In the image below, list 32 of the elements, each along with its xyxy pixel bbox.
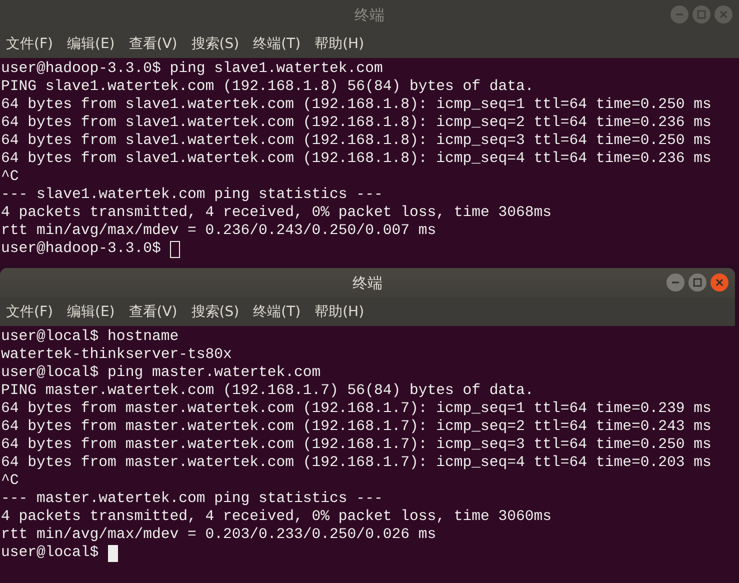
terminal-line: 64 bytes from slave1.watertek.com (192.168.1.8): icmp_seq=2 ttl=64 time=0.236 ms — [1, 114, 712, 132]
terminal-line: PING master.watertek.com (192.168.1.7) 56(84) bytes of data. — [1, 382, 534, 400]
terminal-line: user@local$ — [1, 544, 100, 562]
terminal-line: watertek-thinkserver-ts80x — [1, 346, 232, 364]
terminal-line: 4 packets transmitted, 4 received, 0% packet loss, time 3068ms — [1, 204, 552, 222]
terminal-line: user@hadoop-3.3.0$ — [1, 240, 162, 258]
terminal-line: 4 packets transmitted, 4 received, 0% packet loss, time 3060ms — [1, 508, 552, 526]
terminal-line: PING slave1.watertek.com (192.168.1.8) 56(84) bytes of data. — [1, 78, 534, 96]
terminal-line: 64 bytes from master.watertek.com (192.168.1.7): icmp_seq=1 ttl=64 time=0.239 ms — [1, 400, 712, 418]
terminal-line: --- master.watertek.com ping statistics --- — [1, 490, 383, 508]
window-title: 终端 — [352, 274, 382, 292]
terminal-line: 64 bytes from slave1.watertek.com (192.168.1.8): icmp_seq=4 ttl=64 time=0.236 ms — [1, 150, 712, 168]
terminal-line: rtt min/avg/max/mdev = 0.236/0.243/0.250/0.007 ms — [1, 222, 436, 240]
menu-item[interactable]: 搜索(S) — [191, 303, 240, 321]
terminal-line: rtt min/avg/max/mdev = 0.203/0.233/0.250/0.026 ms — [1, 526, 436, 544]
terminal-line: 64 bytes from master.watertek.com (192.168.1.7): icmp_seq=4 ttl=64 time=0.203 ms — [1, 454, 712, 472]
menu-item[interactable]: 帮助(H) — [314, 303, 364, 321]
terminal-line: user@hadoop-3.3.0$ ping slave1.watertek.com — [1, 60, 383, 78]
terminal-line: --- slave1.watertek.com ping statistics --- — [1, 186, 383, 204]
terminal-line: user@local$ ping master.watertek.com — [1, 364, 321, 382]
menu-item[interactable]: 查看(V) — [128, 303, 178, 321]
terminal-line: ^C — [1, 472, 19, 490]
terminal-line: 64 bytes from slave1.watertek.com (192.168.1.8): icmp_seq=3 ttl=64 time=0.250 ms — [1, 132, 712, 150]
menu-item[interactable]: 文件(F) — [6, 303, 53, 321]
terminal-line: 64 bytes from master.watertek.com (192.168.1.7): icmp_seq=3 ttl=64 time=0.250 ms — [1, 436, 712, 454]
terminal-line: ^C — [1, 168, 19, 186]
window-title: 终端 — [354, 6, 384, 24]
terminal-line: user@local$ hostname — [1, 328, 179, 346]
menu-item[interactable]: 终端(T) — [253, 303, 301, 321]
menu-item[interactable]: 编辑(E) — [66, 303, 115, 321]
terminal-line: 64 bytes from master.watertek.com (192.168.1.7): icmp_seq=2 ttl=64 time=0.243 ms — [1, 418, 712, 436]
terminal-line: 64 bytes from slave1.watertek.com (192.168.1.8): icmp_seq=1 ttl=64 time=0.250 ms — [1, 96, 712, 114]
